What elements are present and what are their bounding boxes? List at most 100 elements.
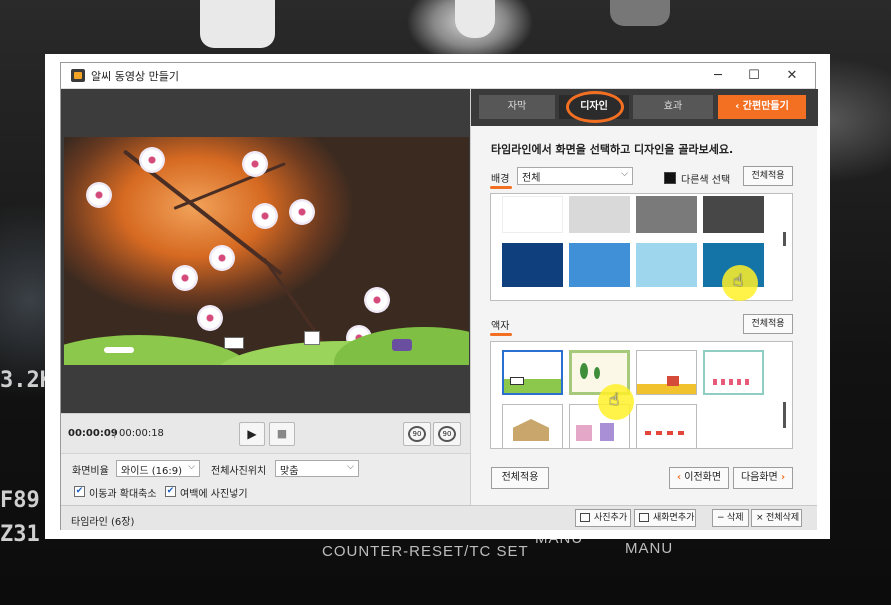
rotate-right-button[interactable]: 90 bbox=[433, 422, 461, 446]
backdrop-text: F89 bbox=[0, 488, 40, 513]
play-button[interactable]: ▶ bbox=[239, 422, 265, 446]
add-photo-button[interactable]: 사진추가 bbox=[575, 509, 631, 527]
design-panel: 자막 디자인 효과 ‹ 간편만들기 타임라인에서 화면을 선택하고 디자인을 골… bbox=[470, 89, 818, 505]
frame-label-underline bbox=[490, 333, 512, 336]
previous-screen-button[interactable]: ‹ 이전화면 bbox=[669, 467, 729, 489]
chevron-down-icon: ⌵ bbox=[188, 462, 195, 472]
previous-screen-label: 이전화면 bbox=[684, 472, 722, 483]
photo-position-value: 맞춤 bbox=[280, 466, 299, 477]
close-button[interactable]: ✕ bbox=[777, 66, 807, 86]
blossom bbox=[364, 287, 390, 313]
scrollbar-thumb[interactable] bbox=[783, 232, 786, 246]
thumb-building bbox=[600, 423, 614, 441]
color-swatch[interactable] bbox=[569, 196, 630, 233]
background-section-label: 배경 bbox=[491, 174, 510, 185]
tractor bbox=[392, 339, 412, 351]
photo-position-select[interactable]: 맞춤 ⌵ bbox=[275, 460, 359, 477]
app-window: 알씨 동영상 만들기 ─ ☐ ✕ 00:00:09 | 00:00:18 ▶ ■… bbox=[60, 62, 818, 530]
add-screen-icon bbox=[639, 513, 649, 522]
next-screen-label: 다음화면 bbox=[740, 472, 778, 483]
blossom bbox=[172, 265, 198, 291]
thumb-village bbox=[513, 419, 549, 441]
camera-top-part bbox=[200, 0, 275, 48]
preview-background bbox=[61, 89, 470, 413]
color-swatch[interactable] bbox=[502, 196, 563, 233]
delete-label: 삭제 bbox=[727, 513, 744, 523]
tab-effects[interactable]: 효과 bbox=[633, 95, 713, 119]
margin-photo-checkbox[interactable]: ✔ bbox=[165, 486, 176, 497]
tab-easy-make-label: 간편만들기 bbox=[742, 101, 789, 112]
ratio-value: 와이드 (16:9) bbox=[121, 466, 183, 477]
minimize-button[interactable]: ─ bbox=[703, 66, 733, 86]
maximize-button[interactable]: ☐ bbox=[739, 66, 769, 86]
add-photo-label: 사진추가 bbox=[594, 513, 628, 523]
color-swatch[interactable] bbox=[636, 196, 697, 233]
backdrop-text: COUNTER-RESET/TC SET bbox=[322, 543, 529, 560]
frame-thumbnail[interactable] bbox=[636, 350, 697, 395]
photo-position-label: 전체사진위치 bbox=[211, 466, 267, 477]
other-color-swatch[interactable] bbox=[664, 172, 676, 184]
move-zoom-checkbox[interactable]: ✔ bbox=[74, 486, 85, 497]
add-new-screen-label: 새화면추가 bbox=[653, 513, 695, 523]
background-label-underline bbox=[490, 186, 512, 189]
fence bbox=[104, 347, 134, 353]
background-category-select[interactable]: 전체 ⌵ bbox=[517, 167, 633, 185]
camera-top-part bbox=[455, 0, 495, 38]
blossom bbox=[252, 203, 278, 229]
tab-easy-make[interactable]: ‹ 간편만들기 bbox=[718, 95, 806, 119]
frame-section-label: 액자 bbox=[491, 321, 510, 332]
delete-all-button[interactable]: × 전체삭제 bbox=[751, 509, 802, 527]
add-new-screen-button[interactable]: 새화면추가 bbox=[634, 509, 696, 527]
hand-pointer-icon: ☝ bbox=[733, 271, 744, 291]
frame-thumbnail[interactable] bbox=[636, 404, 697, 448]
blossom bbox=[289, 199, 315, 225]
blossom bbox=[139, 147, 165, 173]
apply-all-button[interactable]: 전체적용 bbox=[491, 467, 549, 489]
rotate-right-icon: 90 bbox=[438, 426, 456, 442]
background-category-value: 전체 bbox=[522, 173, 541, 184]
thumb-tree bbox=[594, 367, 600, 379]
frame-thumbnail-panel bbox=[490, 341, 793, 449]
backdrop-text: MANU bbox=[625, 540, 674, 557]
timeline-bar: 타임라인 (6장) 사진추가 새화면추가 − 삭제 × 전체삭제 bbox=[61, 505, 817, 530]
chevron-down-icon: ⌵ bbox=[347, 462, 354, 472]
color-swatch[interactable] bbox=[502, 243, 563, 287]
chevron-left-icon: ‹ bbox=[676, 472, 682, 483]
tab-subtitle[interactable]: 자막 bbox=[479, 95, 555, 119]
next-screen-button[interactable]: 다음화면 › bbox=[733, 467, 793, 489]
color-swatch[interactable] bbox=[569, 243, 630, 287]
frame-thumbnail[interactable] bbox=[502, 350, 563, 395]
delete-button[interactable]: − 삭제 bbox=[712, 509, 749, 527]
rotate-left-icon: 90 bbox=[408, 426, 426, 442]
title-bar: 알씨 동영상 만들기 ─ ☐ ✕ bbox=[61, 63, 815, 89]
blossom bbox=[242, 151, 268, 177]
rotate-left-button[interactable]: 90 bbox=[403, 422, 431, 446]
thumb-tree bbox=[580, 363, 588, 379]
frame-thumbnail[interactable] bbox=[502, 404, 563, 448]
window-title: 알씨 동영상 만들기 bbox=[91, 70, 179, 83]
move-zoom-label: 이동과 확대축소 bbox=[89, 489, 157, 500]
add-photo-icon bbox=[580, 513, 590, 522]
frame-apply-all-button[interactable]: 전체적용 bbox=[743, 314, 793, 334]
ratio-select[interactable]: 와이드 (16:9) ⌵ bbox=[116, 460, 200, 477]
color-swatch[interactable] bbox=[636, 243, 697, 287]
background-apply-all-button[interactable]: 전체적용 bbox=[743, 166, 793, 186]
backdrop-text: Z31 bbox=[0, 522, 40, 547]
frame-thumbnail[interactable] bbox=[703, 350, 764, 395]
video-preview bbox=[64, 137, 469, 365]
app-icon bbox=[71, 69, 85, 82]
tab-bar: 자막 디자인 효과 ‹ 간편만들기 bbox=[471, 89, 818, 126]
other-color-label[interactable]: 다른색 선택 bbox=[681, 171, 730, 186]
hand-pointer-icon: ☝ bbox=[609, 390, 620, 410]
thumb-flowers bbox=[713, 379, 753, 385]
minus-icon: − bbox=[717, 513, 725, 523]
margin-photo-label: 여백에 사진넣기 bbox=[180, 489, 248, 500]
color-swatch[interactable] bbox=[703, 196, 764, 233]
ratio-label: 화면비율 bbox=[72, 466, 109, 477]
blossom bbox=[197, 305, 223, 331]
camera-top-part bbox=[610, 0, 670, 26]
stop-button[interactable]: ■ bbox=[269, 422, 295, 446]
x-icon: × bbox=[756, 513, 764, 523]
blossom bbox=[209, 245, 235, 271]
scrollbar-thumb[interactable] bbox=[783, 402, 786, 428]
